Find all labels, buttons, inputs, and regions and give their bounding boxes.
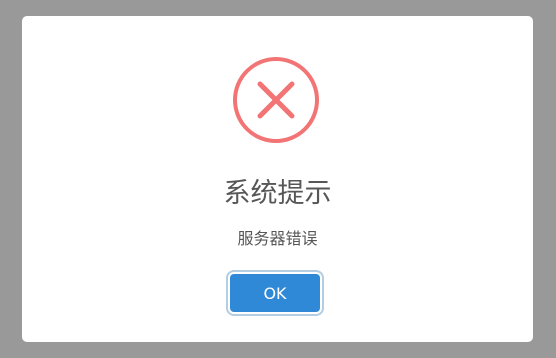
error-x-icon: [232, 56, 320, 144]
dialog-message: 服务器错误: [237, 229, 318, 248]
ok-button[interactable]: OK: [230, 274, 320, 312]
alert-dialog: 系统提示 服务器错误 OK: [22, 16, 533, 342]
dialog-title: 系统提示: [223, 178, 332, 209]
